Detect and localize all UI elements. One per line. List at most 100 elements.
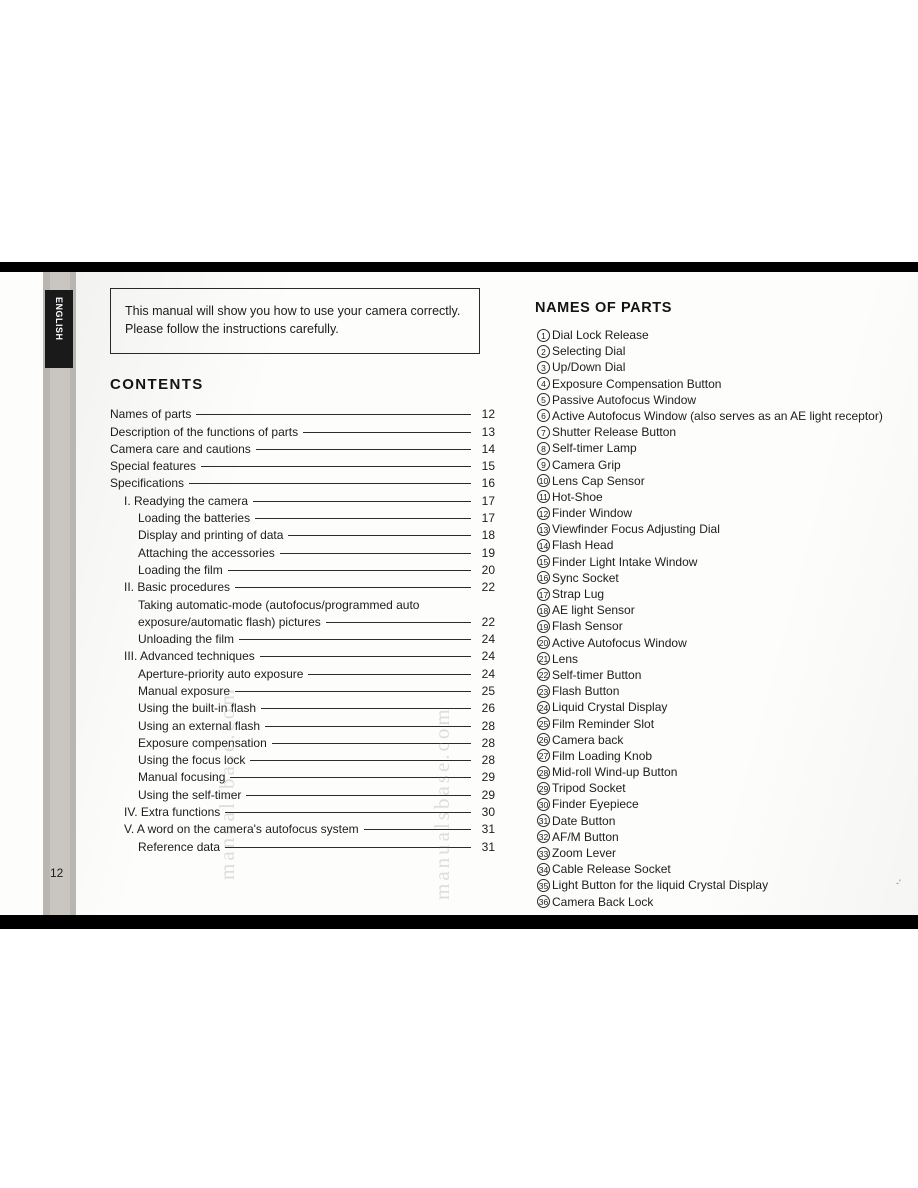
toc-row[interactable]: Special features 15 <box>110 459 495 476</box>
part-list-item: 35 Light Button for the liquid Crystal Di… <box>535 878 915 894</box>
part-label: Flash Head <box>552 538 614 553</box>
part-list-item: 12 Finder Window <box>535 506 915 522</box>
toc-row[interactable]: exposure/automatic flash) pictures 22 <box>110 615 495 632</box>
part-number: 11 <box>537 490 550 504</box>
toc-leader-rule <box>239 639 471 641</box>
language-tab: ENGLISH <box>45 290 73 368</box>
part-list-item: 33 Zoom Lever <box>535 846 915 862</box>
toc-row[interactable]: Manual focusing 29 <box>110 770 495 787</box>
toc-row[interactable]: Exposure compensation 28 <box>110 736 495 753</box>
toc-leader-rule <box>363 829 471 831</box>
toc-entry-page: 28 <box>481 735 495 750</box>
toc-row[interactable]: Specifications 16 <box>110 476 495 493</box>
toc-row[interactable]: II. Basic procedures 22 <box>110 580 495 597</box>
table-of-contents: Names of parts 12 Description of the funct… <box>110 407 495 857</box>
toc-entry-label: Aperture-priority auto exposure <box>138 666 304 681</box>
part-number-circle-icon: 20 <box>535 636 552 650</box>
part-number-circle-icon: 25 <box>535 717 552 730</box>
part-number-circle-icon: 28 <box>535 765 552 779</box>
part-number-circle-icon: 14 <box>535 538 552 552</box>
part-number-circle-icon: 23 <box>535 684 552 698</box>
toc-entry-label: Manual exposure <box>138 684 231 698</box>
toc-row[interactable]: Using the built-in flash 26 <box>110 701 495 718</box>
part-label: Zoom Lever <box>552 846 617 860</box>
part-list-item: 5 Passive Autofocus Window <box>535 393 915 409</box>
part-number-circle-icon: 13 <box>535 522 552 536</box>
toc-leader-rule <box>196 414 471 416</box>
toc-entry-page: 31 <box>481 839 495 854</box>
part-number: 8 <box>537 441 550 455</box>
toc-row[interactable]: Attaching the accessories 19 <box>110 546 495 563</box>
part-label: Camera Back Lock <box>552 894 654 909</box>
toc-entry-page: 17 <box>481 493 495 508</box>
toc-row[interactable]: Display and printing of data 18 <box>110 528 495 545</box>
part-number-circle-icon: 29 <box>535 781 552 795</box>
part-list-item: 19 Flash Sensor <box>535 619 915 635</box>
part-number: 2 <box>537 344 550 358</box>
part-number-circle-icon: 6 <box>535 409 552 423</box>
part-number: 14 <box>537 538 550 552</box>
toc-entry-page: 28 <box>481 718 495 733</box>
part-number-circle-icon: 33 <box>535 846 552 860</box>
scan-edge-top <box>0 262 918 272</box>
toc-leader-rule <box>201 466 471 468</box>
part-number-circle-icon: 16 <box>535 571 552 585</box>
part-list-item: 6 Active Autofocus Window (also serves as… <box>535 409 915 425</box>
toc-entry-label: exposure/automatic flash) pictures <box>138 614 321 629</box>
toc-row[interactable]: Names of parts 12 <box>110 407 495 424</box>
toc-row[interactable]: I. Readying the camera 17 <box>110 494 495 511</box>
toc-row[interactable]: Using the focus lock 28 <box>110 753 495 770</box>
scanned-manual-page: ENGLISH 12 -' This manual will show you … <box>0 0 918 1188</box>
toc-row[interactable]: Camera care and cautions 14 <box>110 442 495 459</box>
toc-entry-page: 15 <box>481 459 495 474</box>
toc-entry-page: 26 <box>481 701 495 716</box>
toc-leader-rule <box>265 725 471 727</box>
part-number-circle-icon: 32 <box>535 830 552 844</box>
toc-entry-page: 19 <box>481 545 495 560</box>
part-number: 10 <box>537 474 550 488</box>
toc-row[interactable]: IV. Extra functions 30 <box>110 805 495 822</box>
part-label: Self-timer Lamp <box>552 441 637 456</box>
toc-leader-rule <box>288 535 471 537</box>
toc-entry-page: 30 <box>481 805 495 820</box>
toc-row[interactable]: Using an external flash 28 <box>110 719 495 736</box>
toc-row[interactable]: Aperture-priority auto exposure 24 <box>110 667 495 684</box>
part-number-circle-icon: 35 <box>535 878 552 892</box>
toc-entry-page: 24 <box>481 632 495 647</box>
part-list-item: 21 Lens <box>535 652 915 668</box>
part-list-item: 1 Dial Lock Release <box>535 328 915 344</box>
part-number: 3 <box>537 360 550 374</box>
toc-row[interactable]: Loading the batteries 17 <box>110 511 495 528</box>
part-label: Shutter Release Button <box>552 425 677 440</box>
toc-entry-label: Using the self-timer <box>138 787 242 802</box>
toc-entry-label: IV. Extra functions <box>124 805 221 820</box>
part-number: 1 <box>537 328 550 342</box>
part-label: Finder Eyepiece <box>552 797 639 812</box>
part-list-item: 22 Self-timer Button <box>535 668 915 684</box>
toc-row[interactable]: Taking automatic-mode (autofocus/program… <box>110 598 495 615</box>
toc-entry-label: Using the built-in flash <box>138 701 257 716</box>
toc-row[interactable]: III. Advanced techniques 24 <box>110 649 495 666</box>
toc-row[interactable]: Using the self-timer 29 <box>110 788 495 805</box>
toc-row[interactable]: V. A word on the camera's autofocus syst… <box>110 822 495 839</box>
part-label: Strap Lug <box>552 587 605 601</box>
page-number: 12 <box>50 866 64 880</box>
toc-leader-rule <box>227 569 471 571</box>
toc-leader-rule <box>259 656 471 658</box>
toc-row[interactable]: Description of the functions of parts 13 <box>110 425 495 442</box>
toc-row[interactable]: Loading the film 20 <box>110 563 495 580</box>
toc-row[interactable]: Unloading the film 24 <box>110 632 495 649</box>
part-number-circle-icon: 19 <box>535 619 552 633</box>
part-list-item: 36 Camera Back Lock <box>535 895 915 911</box>
part-number: 12 <box>537 506 550 520</box>
part-label: Dial Lock Release <box>552 328 649 342</box>
toc-row[interactable]: Reference data 31 <box>110 840 495 857</box>
part-number: 28 <box>537 765 550 779</box>
toc-entry-label: Loading the film <box>138 562 223 577</box>
part-list-item: 4 Exposure Compensation Button <box>535 377 915 393</box>
toc-row[interactable]: Manual exposure 25 <box>110 684 495 701</box>
part-list-item: 10 Lens Cap Sensor <box>535 474 915 490</box>
language-tab-label: ENGLISH <box>54 297 64 341</box>
part-number-circle-icon: 22 <box>535 668 552 682</box>
part-label: Self-timer Button <box>552 667 642 682</box>
